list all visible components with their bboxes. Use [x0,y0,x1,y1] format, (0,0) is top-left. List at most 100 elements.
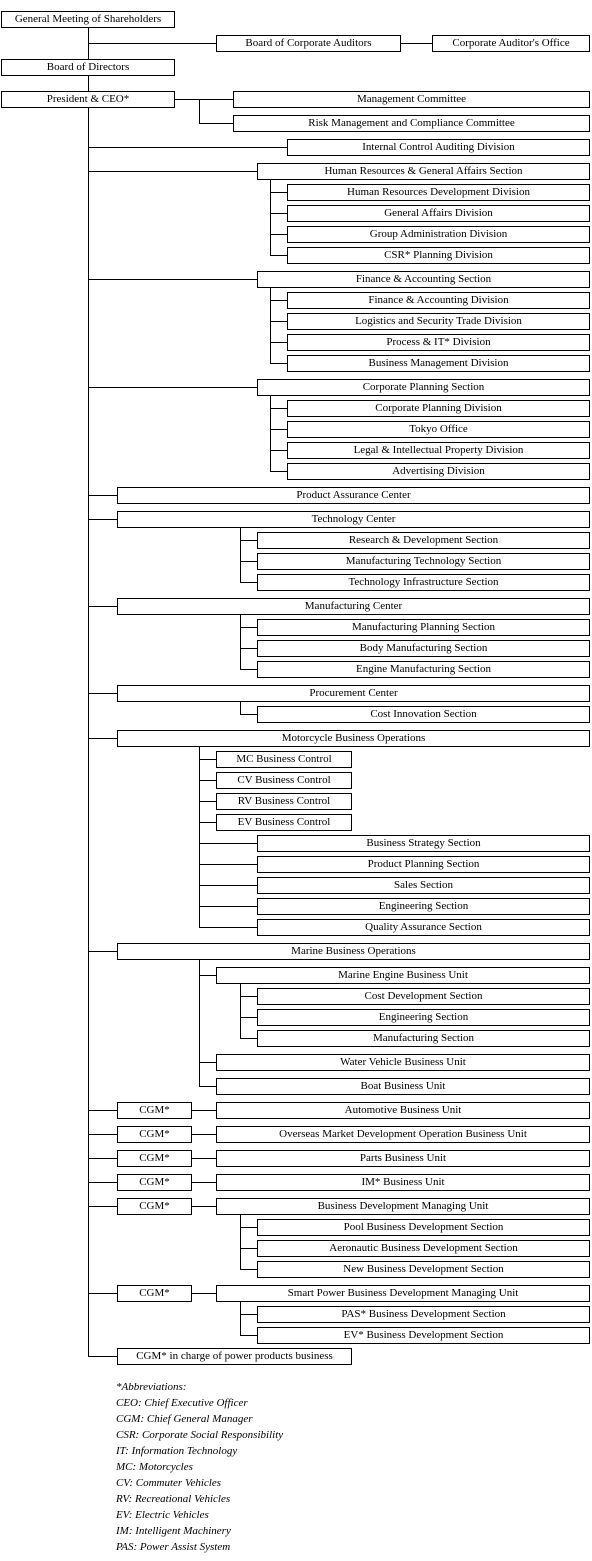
connector-line [88,606,117,607]
connector-line [88,147,287,148]
abbreviation-item: IT: Information Technology [116,1445,238,1457]
connector-line [240,1017,257,1018]
org-node-omd: Overseas Market Development Operation Bu… [216,1126,590,1143]
connector-line [199,906,257,907]
connector-line [270,450,287,451]
connector-line [240,648,257,649]
abbreviation-item: RV: Recreational Vehicles [116,1493,231,1505]
org-node-csr: CSR* Planning Division [287,247,590,264]
connector-line [88,1110,117,1111]
connector-line [270,192,287,193]
abbreviation-item: CEO: Chief Executive Officer [116,1397,248,1409]
connector-line [88,1356,117,1357]
connector-line [199,1086,216,1087]
abbreviations-heading: *Abbreviations: [116,1381,187,1393]
org-node-pbu: Parts Business Unit [216,1150,590,1167]
abbreviation-item: PAS: Power Assist System [116,1541,231,1553]
org-node-eng1: Engineering Section [257,898,590,915]
connector-line [270,342,287,343]
connector-line [199,975,216,976]
org-node-mfg: Manufacturing Center [117,598,590,615]
org-node-risk: Risk Management and Compliance Committee [233,115,590,132]
connector-line [240,540,257,541]
connector-line [199,759,216,760]
abbreviation-item: CSR: Corporate Social Responsibility [116,1429,284,1441]
connector-line [240,996,257,997]
connector-line [270,321,287,322]
connector-line [88,951,117,952]
connector-line [192,1206,216,1207]
org-node-cgm5: CGM* [117,1198,192,1215]
org-node-evbc: EV Business Control [216,814,352,831]
abbreviation-item: CV: Commuter Vehicles [116,1477,221,1489]
org-node-gadm: Group Administration Division [287,226,590,243]
org-node-cis: Cost Innovation Section [257,706,590,723]
org-node-fas: Finance & Accounting Section [257,271,590,288]
org-node-spbd: Smart Power Business Development Managin… [216,1285,590,1302]
org-node-pac: Product Assurance Center [117,487,590,504]
org-node-legal: Legal & Intellectual Property Division [287,442,590,459]
org-node-wvbu: Water Vehicle Business Unit [216,1054,590,1071]
org-node-aero: Aeronautic Business Development Section [257,1240,590,1257]
abbreviations-legend: *Abbreviations: CEO: Chief Executive Off… [116,1379,283,1555]
connector-line [88,1158,117,1159]
org-node-ev: EV* Business Development Section [257,1327,590,1344]
org-node-mgmt: Management Committee [233,91,590,108]
org-node-bms: Body Manufacturing Section [257,640,590,657]
connector-line [199,801,216,802]
connector-line [88,1134,117,1135]
connector-line [270,395,271,472]
org-node-bca: Board of Corporate Auditors [216,35,401,52]
connector-line [199,885,257,886]
org-node-pool: Pool Business Development Section [257,1219,590,1236]
org-node-bdmu: Business Development Managing Unit [216,1198,590,1215]
org-node-pps: Product Planning Section [257,856,590,873]
connector-line [192,1158,216,1159]
connector-line [192,1134,216,1135]
connector-line [270,287,271,364]
org-node-bss: Business Strategy Section [257,835,590,852]
connector-line [199,780,216,781]
connector-line [240,614,241,670]
org-node-tis: Technology Infrastructure Section [257,574,590,591]
connector-line [240,627,257,628]
org-node-cgm6: CGM* [117,1285,192,1302]
connector-line [270,363,287,364]
connector-line [240,669,257,670]
connector-line [88,387,257,388]
connector-line [199,959,200,1087]
connector-line [240,1335,257,1336]
connector-line [88,43,216,44]
org-node-bod: Board of Directors [1,59,175,76]
connector-line [240,714,257,715]
connector-line [88,171,257,172]
abbreviation-item: EV: Electric Vehicles [116,1509,209,1521]
org-node-rnd: Research & Development Section [257,532,590,549]
connector-line [270,471,287,472]
org-node-adv: Advertising Division [287,463,590,480]
connector-line [270,213,287,214]
connector-line [175,99,233,100]
connector-line [199,123,233,124]
connector-line [199,746,200,928]
org-node-pit: Process & IT* Division [287,334,590,351]
connector-line [240,1301,241,1336]
org-node-cgm3: CGM* [117,1150,192,1167]
connector-line [270,408,287,409]
org-node-bbu: Boat Business Unit [216,1078,590,1095]
org-node-abu: Automotive Business Unit [216,1102,590,1119]
connector-line [240,1269,257,1270]
connector-line [88,693,117,694]
org-node-ceo: President & CEO* [1,91,175,108]
org-node-gms: General Meeting of Shareholders [1,11,175,28]
connector-line [88,1206,117,1207]
org-node-hrdd: Human Resources Development Division [287,184,590,201]
connector-line [199,822,216,823]
connector-line [240,701,241,715]
connector-line [240,1214,241,1270]
connector-line [240,1314,257,1315]
org-node-cpd: Corporate Planning Division [287,400,590,417]
connector-line [88,279,257,280]
org-node-proc: Procurement Center [117,685,590,702]
connector-line [270,234,287,235]
